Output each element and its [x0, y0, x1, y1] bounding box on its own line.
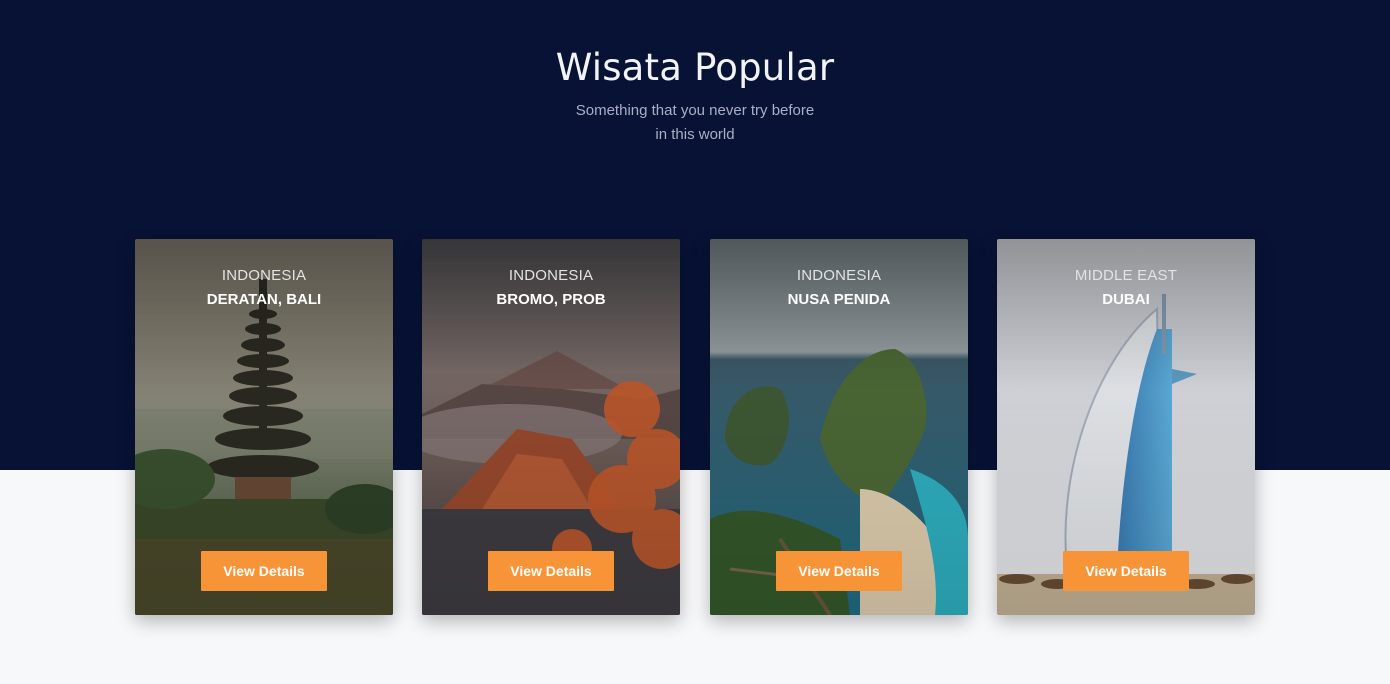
view-details-button[interactable]: View Details — [488, 551, 614, 591]
card-country: INDONESIA — [796, 267, 882, 284]
destination-card-bromo[interactable]: INDONESIA BROMO, PROB View Details — [422, 239, 680, 615]
card-country: MIDDLE EAST — [1074, 267, 1178, 284]
card-place: NUSA PENIDA — [787, 291, 891, 308]
view-details-button[interactable]: View Details — [1063, 551, 1189, 591]
view-details-button[interactable]: View Details — [201, 551, 327, 591]
card-place: DERATAN, BALI — [206, 291, 322, 308]
section-heading: Wisata Popular Something that you never … — [0, 46, 1390, 147]
section-subtitle: Something that you never try before in t… — [575, 102, 815, 143]
destination-card-nusa-penida[interactable]: INDONESIA NUSA PENIDA View Details — [710, 239, 968, 615]
card-place: DUBAI — [1102, 291, 1150, 308]
view-details-button[interactable]: View Details — [776, 551, 902, 591]
card-country: INDONESIA — [221, 267, 307, 284]
destination-card-bali[interactable]: INDONESIA DERATAN, BALI View Details — [135, 239, 393, 615]
card-country: INDONESIA — [508, 267, 594, 284]
destination-card-dubai[interactable]: MIDDLE EAST DUBAI View Details — [997, 239, 1255, 615]
card-place: BROMO, PROB — [496, 291, 606, 308]
section-title: Wisata Popular — [555, 46, 835, 89]
